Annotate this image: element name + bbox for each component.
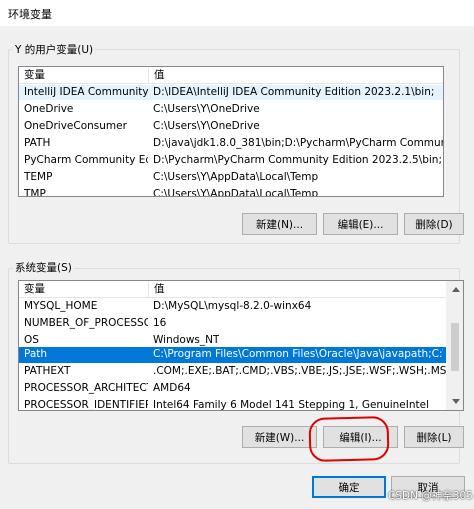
- annotation-circle: [308, 415, 390, 463]
- variable-value: AMD64: [153, 382, 191, 394]
- system-variables-list[interactable]: 变量 值 MYSQL_HOME D:\MySQL\mysql-8.2.0-win…: [18, 280, 464, 411]
- variable-value: Intel64 Family 6 Model 141 Stepping 1, G…: [153, 399, 430, 411]
- scrollbar-thumb[interactable]: [451, 323, 459, 371]
- variable-value: .COM;.EXE;.BAT;.CMD;.VBS;.VBE;.JS;.JSE;.…: [153, 365, 454, 377]
- variable-value: C:\Users\Y\OneDrive: [153, 120, 260, 132]
- table-row[interactable]: PATH D:\java\jdk1.8.0_381\bin;D:\Pycharm…: [19, 136, 443, 151]
- variable-value: D:\MySQL\mysql-8.2.0-winx64: [153, 300, 312, 312]
- variable-value: D:\IDEA\IntelliJ IDEA Community Edition …: [153, 86, 435, 98]
- table-row[interactable]: NUMBER_OF_PROCESSORS 16: [19, 316, 448, 331]
- table-row[interactable]: OneDrive C:\Users\Y\OneDrive: [19, 102, 443, 117]
- variable-value: D:\java\jdk1.8.0_381\bin;D:\Pycharm\PyCh…: [153, 137, 443, 149]
- table-row[interactable]: PROCESSOR_IDENTIFIER Intel64 Family 6 Mo…: [19, 398, 448, 411]
- table-row[interactable]: PyCharm Community Editi... D:\Pycharm\Py…: [19, 153, 443, 168]
- table-row[interactable]: PATHEXT .COM;.EXE;.BAT;.CMD;.VBS;.VBE;.J…: [19, 364, 454, 379]
- variable-value: C:\Users\Y\AppData\Local\Temp: [153, 188, 319, 197]
- variable-name: PROCESSOR_ARCHITECT...: [24, 382, 148, 394]
- variable-name: PyCharm Community Editi...: [24, 154, 148, 166]
- system-header-value[interactable]: 值: [149, 281, 439, 298]
- system-variables-legend: 系统变量(S): [13, 260, 74, 275]
- variable-name: MYSQL_HOME: [24, 300, 98, 312]
- variable-name: OneDrive: [24, 103, 74, 115]
- system-new-button[interactable]: 新建(W)...: [242, 426, 317, 448]
- chevron-up-icon[interactable]: [447, 281, 463, 298]
- variable-name: OneDriveConsumer: [24, 120, 127, 132]
- system-list-scrollbar[interactable]: [446, 281, 463, 410]
- variable-name: PATH: [24, 137, 51, 149]
- table-row[interactable]: MYSQL_HOME D:\MySQL\mysql-8.2.0-winx64: [19, 299, 448, 314]
- table-row[interactable]: OS Windows_NT: [19, 333, 448, 348]
- table-row[interactable]: PROCESSOR_ARCHITECT... AMD64: [19, 381, 448, 396]
- system-list-header: 变量 值: [19, 281, 446, 298]
- user-delete-button[interactable]: 删除(D): [404, 213, 464, 235]
- variable-name: PROCESSOR_IDENTIFIER: [24, 399, 148, 411]
- variable-value: C:\Users\Y\OneDrive: [153, 103, 260, 115]
- table-row-selected[interactable]: Path C:\Program Files\Common Files\Oracl…: [19, 347, 448, 363]
- system-delete-button[interactable]: 删除(L): [404, 426, 464, 448]
- variable-name: NUMBER_OF_PROCESSORS: [24, 317, 148, 329]
- ok-button[interactable]: 确定: [312, 476, 386, 498]
- variable-name: TEMP: [24, 171, 53, 183]
- user-new-button[interactable]: 新建(N)...: [242, 213, 317, 235]
- user-header-value[interactable]: 值: [149, 67, 439, 84]
- user-list-header: 变量 值: [19, 67, 443, 84]
- title-bar: 环境变量: [0, 0, 474, 26]
- variable-value: D:\Pycharm\PyCharm Community Edition 202…: [153, 154, 442, 166]
- variable-value: C:\Program Files\Common Files\Oracle\Jav…: [153, 348, 443, 360]
- table-row[interactable]: IntelliJ IDEA Community E... D:\IDEA\Int…: [19, 85, 443, 100]
- window-title: 环境变量: [8, 8, 52, 21]
- table-row[interactable]: OneDriveConsumer C:\Users\Y\OneDrive: [19, 119, 443, 134]
- variable-name: OS: [24, 334, 39, 346]
- system-header-variable[interactable]: 变量: [19, 281, 148, 298]
- user-edit-button[interactable]: 编辑(E)...: [323, 213, 398, 235]
- variable-value: C:\Users\Y\AppData\Local\Temp: [153, 171, 319, 183]
- variable-value: Windows_NT: [153, 334, 220, 346]
- variable-name: IntelliJ IDEA Community E...: [24, 86, 148, 98]
- variable-name: PATHEXT: [24, 365, 71, 377]
- table-row[interactable]: TMP C:\Users\Y\AppData\Local\Temp: [19, 187, 443, 197]
- chevron-down-icon[interactable]: [447, 393, 463, 410]
- variable-name: Path: [24, 348, 48, 360]
- table-row[interactable]: TEMP C:\Users\Y\AppData\Local\Temp: [19, 170, 443, 185]
- user-variables-list[interactable]: 变量 值 IntelliJ IDEA Community E... D:\IDE…: [18, 66, 444, 197]
- variable-name: TMP: [24, 188, 46, 197]
- user-header-variable[interactable]: 变量: [19, 67, 148, 84]
- user-variables-legend: Y 的用户变量(U): [13, 42, 96, 57]
- watermark: CSDN @神奈305: [388, 490, 473, 502]
- variable-value: 16: [153, 317, 167, 329]
